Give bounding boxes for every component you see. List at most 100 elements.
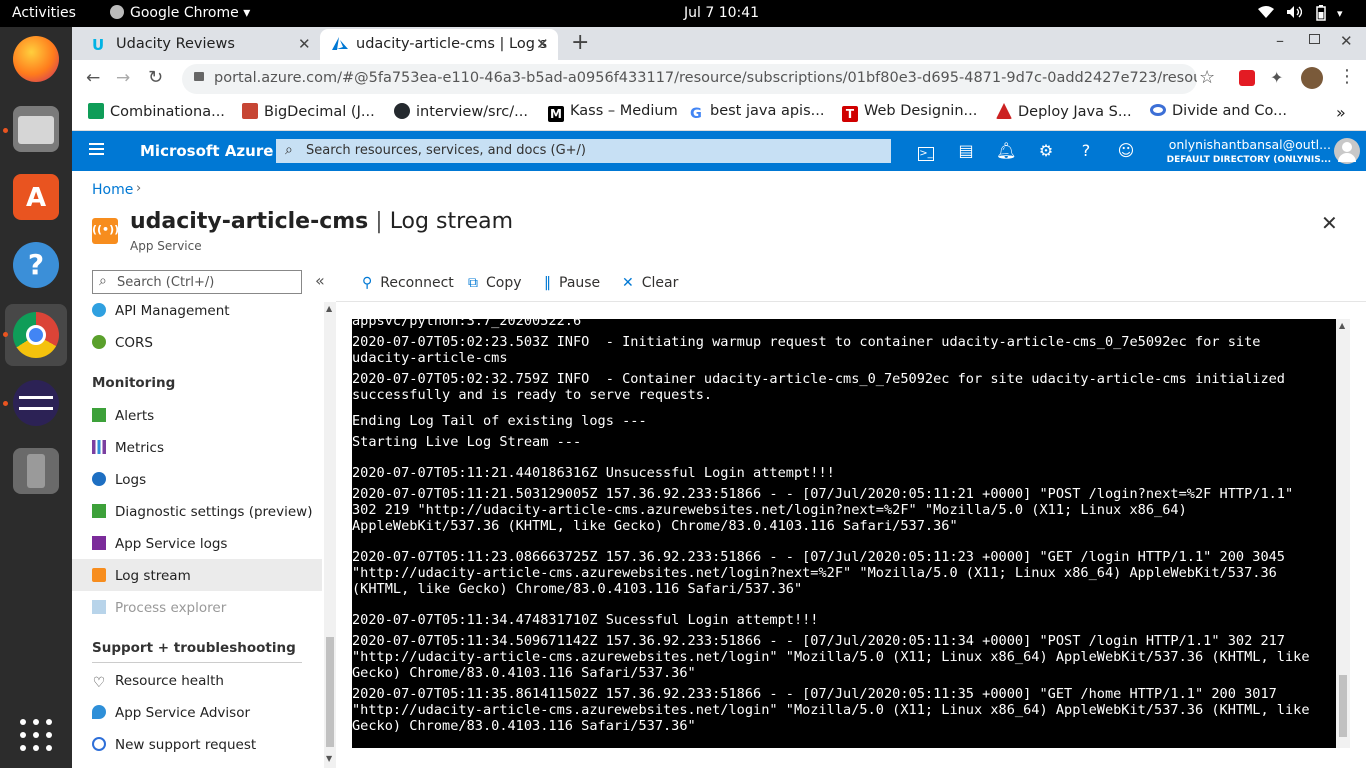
tab-udacity-reviews[interactable]: U Udacity Reviews ✕ (80, 29, 320, 60)
log-line: Gecko) Chrome/83.0.4103.116 Safari/537.3… (352, 718, 696, 734)
log-line: 2020-07-07T05:11:34.509671142Z 157.36.92… (352, 633, 1285, 649)
help-question-icon[interactable]: ? (1076, 141, 1096, 161)
resource-name: udacity-article-cms (130, 209, 369, 234)
log-scrollbar[interactable]: ▲ (1336, 319, 1350, 748)
sidebar-item-log-stream[interactable]: Log stream (92, 560, 322, 592)
bookmark-bigdecimal[interactable]: BigDecimal (J... (242, 103, 375, 120)
bookmarks-bar: Combinationa... BigDecimal (J... intervi… (72, 97, 1366, 131)
close-blade-icon[interactable]: ✕ (1321, 211, 1338, 235)
bookmark-interview[interactable]: interview/src/... (394, 103, 528, 120)
reconnect-button[interactable]: ⚲ Reconnect (362, 275, 454, 291)
advisor-icon (92, 705, 106, 719)
process-explorer-icon (92, 600, 106, 614)
forward-icon[interactable]: → (116, 68, 130, 88)
bookmark-best-java-apis[interactable]: Gbest java apis... (688, 103, 824, 122)
hamburger-menu-icon[interactable] (89, 143, 104, 155)
sidebar-item-api-management[interactable]: API Management (92, 295, 322, 327)
bookmark-combinationa[interactable]: Combinationa... (88, 103, 225, 120)
blade-name: Log stream (389, 209, 514, 234)
support-icon (92, 737, 106, 751)
log-stream-icon (92, 568, 106, 582)
sidebar-scrollbar[interactable]: ▲ ▼ (324, 302, 336, 768)
divide-icon (1150, 104, 1166, 116)
address-bar[interactable]: portal.azure.com/#@5fa753ea-e110-46a3-b5… (182, 64, 1197, 94)
heart-icon: ♡ (92, 675, 106, 691)
bookmark-deploy-java[interactable]: Deploy Java S... (996, 103, 1132, 120)
bookmark-web-designing[interactable]: T Web Designin... (842, 103, 977, 122)
sidebar-search-input[interactable]: ⌕ Search (Ctrl+/) (92, 270, 302, 294)
firefox-icon[interactable] (13, 36, 59, 82)
sidebar-item-new-support-request[interactable]: New support request (92, 729, 322, 761)
bookmark-star-icon[interactable]: ☆ (1199, 67, 1215, 88)
sidebar-scroll-thumb[interactable] (326, 637, 334, 747)
files-icon[interactable] (13, 106, 59, 152)
directory-filter-icon[interactable]: ▤ (956, 141, 976, 161)
maximize-window-icon[interactable] (1309, 34, 1320, 44)
wifi-icon[interactable] (1257, 5, 1275, 23)
resource-type: App Service (130, 239, 202, 253)
tab-log-stream[interactable]: udacity-article-cms | Log s ✕ (320, 29, 558, 60)
sidebar-item-process-explorer[interactable]: Process explorer (92, 592, 322, 624)
sidebar-search-placeholder: Search (Ctrl+/) (117, 275, 215, 290)
profile-avatar[interactable] (1301, 67, 1323, 89)
settings-gear-icon[interactable]: ⚙ (1036, 141, 1056, 161)
sidebar-item-logs[interactable]: Logs (92, 464, 322, 496)
show-applications-icon[interactable] (19, 718, 53, 752)
clock[interactable]: Jul 7 10:41 (684, 5, 759, 21)
global-search-input[interactable]: ⌕ Search resources, services, and docs (… (276, 139, 891, 163)
eclipse-icon[interactable] (13, 380, 59, 426)
extensions-puzzle-icon[interactable]: ✦ (1270, 68, 1283, 87)
system-top-bar: Activities Google Chrome ▾ Jul 7 10:41 ▾ (0, 0, 1366, 27)
system-menu-chevron-icon[interactable]: ▾ (1337, 7, 1343, 20)
account-directory[interactable]: DEFAULT DIRECTORY (ONLYNIS... (1157, 155, 1331, 165)
notifications-bell-icon[interactable]: 🔔︎ (996, 141, 1016, 161)
azure-tab-icon (332, 37, 348, 55)
log-line: successfully and is ready to serve reque… (352, 387, 713, 403)
feedback-smiley-icon[interactable]: ☺ (1116, 141, 1136, 161)
log-line: 2020-07-07T05:02:23.503Z INFO - Initiati… (352, 334, 1261, 350)
activities-button[interactable]: Activities (12, 5, 76, 21)
battery-icon[interactable] (1315, 5, 1327, 25)
sidebar-item-resource-health[interactable]: ♡ Resource health (92, 665, 322, 697)
new-tab-icon[interactable]: + (571, 30, 589, 55)
account-email[interactable]: onlynishantbansal@outl... (1157, 137, 1331, 152)
extension-icon[interactable] (1239, 70, 1255, 86)
toolbar-divider (336, 301, 1366, 302)
udacity-icon: U (92, 36, 105, 54)
usb-drive-icon[interactable] (13, 448, 59, 494)
azure-brand[interactable]: Microsoft Azure (140, 142, 273, 160)
back-icon[interactable]: ← (86, 68, 100, 88)
minimize-window-icon[interactable]: – (1276, 31, 1284, 50)
combination-icon (88, 103, 104, 119)
pause-button[interactable]: ‖ Pause (544, 275, 600, 291)
log-scroll-thumb[interactable] (1339, 675, 1347, 737)
volume-icon[interactable] (1286, 5, 1303, 23)
sidebar-item-alerts[interactable]: Alerts (92, 400, 322, 432)
clear-button[interactable]: ✕ Clear (622, 275, 678, 291)
account-avatar[interactable] (1334, 138, 1360, 164)
breadcrumb-home[interactable]: Home (92, 182, 133, 198)
collapse-sidebar-icon[interactable]: « (315, 271, 325, 290)
sidebar-item-app-service-logs[interactable]: App Service logs (92, 528, 322, 560)
log-stream-console[interactable]: appsvc/python:3.7_20200522.6 2020-07-07T… (352, 319, 1336, 748)
sidebar-item-app-service-advisor[interactable]: App Service Advisor (92, 697, 322, 729)
cloud-shell-icon[interactable]: >_ (916, 141, 936, 161)
chrome-icon[interactable] (13, 312, 59, 358)
log-line: 2020-07-07T05:11:35.861411502Z 157.36.92… (352, 686, 1277, 702)
bookmark-divide-and-conquer[interactable]: Divide and Co... (1150, 103, 1287, 119)
software-center-icon[interactable]: A (13, 174, 59, 220)
close-tab-icon[interactable]: ✕ (536, 35, 549, 53)
chrome-menu-icon[interactable]: ⋮ (1338, 66, 1356, 87)
close-window-icon[interactable]: ✕ (1340, 32, 1353, 50)
sidebar-item-metrics[interactable]: Metrics (92, 432, 322, 464)
copy-button[interactable]: ⧉ Copy (468, 275, 522, 291)
help-icon[interactable]: ? (13, 242, 59, 288)
bookmark-kass-medium[interactable]: M Kass – Medium (548, 103, 678, 122)
app-menu[interactable]: Google Chrome ▾ (110, 5, 250, 21)
breadcrumb-chevron-icon: › (136, 181, 142, 196)
reload-icon[interactable]: ↻ (148, 67, 163, 88)
close-tab-icon[interactable]: ✕ (298, 35, 311, 53)
sidebar-item-diagnostic-settings[interactable]: Diagnostic settings (preview) (92, 496, 322, 528)
sidebar-item-cors[interactable]: CORS (92, 327, 322, 359)
bookmarks-overflow-icon[interactable]: » (1336, 103, 1346, 122)
